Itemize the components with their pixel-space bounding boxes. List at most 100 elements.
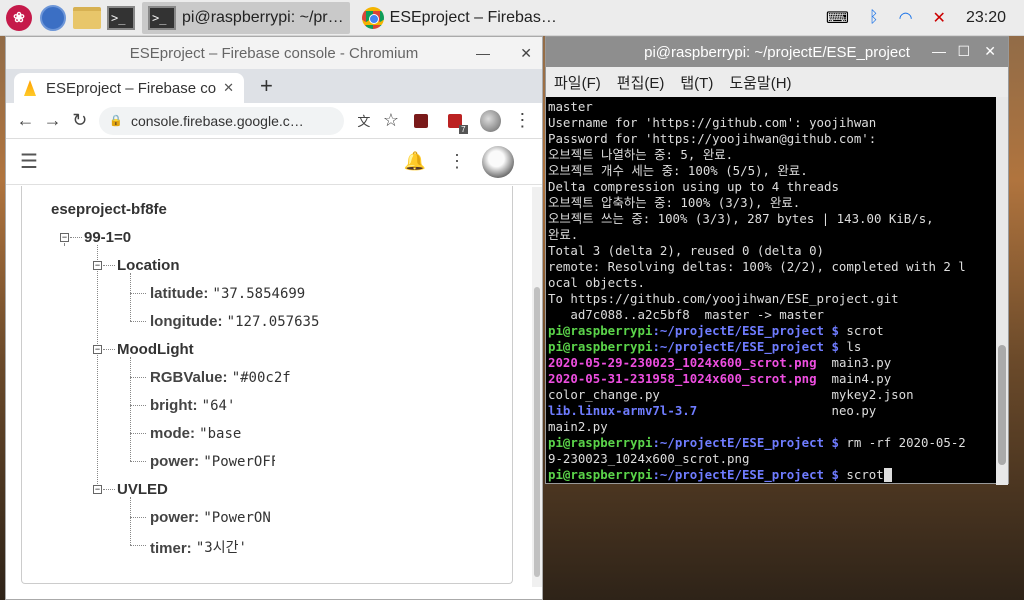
terminal-cursor — [883, 468, 892, 482]
terminal-line: pi@raspberrypi:~/projectE/ESE_project $ … — [548, 323, 884, 338]
terminal-line: master — [548, 99, 593, 114]
terminal-output[interactable]: master Username for 'https://github.com':… — [546, 97, 998, 485]
address-bar[interactable]: 🔒 console.firebase.google.c… — [99, 106, 345, 135]
menu-tabs[interactable]: 탭(T) — [680, 72, 713, 93]
extension-icon[interactable] — [414, 113, 429, 128]
menu-file[interactable]: 파일(F) — [554, 72, 601, 93]
terminal-line: remote: Resolving deltas: 100% (2/2), co… — [548, 259, 966, 274]
db-leaf-rgbvalue[interactable]: RGBValue: "#00c2f — [150, 369, 291, 386]
minimize-icon[interactable]: — — [476, 45, 490, 61]
terminal-line: Password for 'https://yoojihwan@github.c… — [548, 131, 877, 146]
clock[interactable]: 23:20 — [966, 9, 1006, 27]
hamburger-menu-icon[interactable]: ☰ — [20, 149, 38, 174]
collapse-toggle[interactable]: − — [93, 485, 102, 494]
account-avatar[interactable] — [482, 145, 514, 178]
db-node-99-1[interactable]: 99-1=0 — [84, 229, 131, 246]
terminal-window-title: pi@raspberrypi: ~/projectE/ESE_project — [644, 43, 910, 61]
more-options-icon[interactable]: ⋮ — [448, 151, 466, 172]
menu-edit[interactable]: 편집(E) — [617, 72, 665, 93]
firebase-appbar: ☰ 🔔 ⋮ — [6, 139, 542, 185]
terminal-line: Delta compression using up to 4 threads — [548, 179, 839, 194]
terminal-titlebar[interactable]: pi@raspberrypi: ~/projectE/ESE_project —… — [546, 37, 1008, 67]
terminal-menubar: 파일(F) 편집(E) 탭(T) 도움말(H) — [546, 67, 1008, 97]
browser-menu-icon[interactable]: ⋮ — [509, 110, 536, 131]
task-chromium-label: ESEproject – Firebas… — [389, 8, 557, 26]
browser-launcher-button[interactable] — [38, 3, 68, 33]
notifications-bell-icon[interactable]: 🔔 — [404, 151, 426, 172]
terminal-line: 오브젝트 개수 세는 중: 100% (5/5), 완료. — [548, 163, 808, 178]
db-leaf-uv-power[interactable]: power: "PowerON — [150, 509, 271, 526]
terminal-line: pi@raspberrypi:~/projectE/ESE_project $ … — [548, 339, 862, 354]
terminal-line: ocal objects. — [548, 275, 645, 290]
system-tray: ⌨ ᛒ ◠ ✕ 23:20 — [816, 0, 1024, 36]
back-arrow-icon[interactable]: ← — [12, 110, 39, 131]
file-manager-button[interactable] — [72, 3, 102, 33]
raspberry-icon: ❀ — [6, 4, 32, 31]
close-icon[interactable]: ✕ — [984, 43, 996, 60]
scrollbar-thumb[interactable] — [998, 345, 1006, 465]
db-leaf-bright[interactable]: bright: "64' — [150, 397, 235, 414]
menu-help[interactable]: 도움말(H) — [729, 72, 791, 93]
bluetooth-icon[interactable]: ᛒ — [869, 9, 879, 27]
terminal-line: main2.py — [548, 419, 608, 434]
folder-icon — [73, 6, 101, 29]
chromium-window-title: ESEproject – Firebase console - Chromium — [129, 44, 419, 62]
collapse-toggle[interactable]: − — [93, 261, 102, 270]
db-node-uvled[interactable]: UVLED — [117, 481, 168, 498]
tab-close-icon[interactable]: ✕ — [223, 80, 234, 96]
db-leaf-latitude[interactable]: latitude: "37.5854699 — [150, 285, 305, 302]
collapse-toggle[interactable]: − — [93, 345, 102, 354]
tab-firebase[interactable]: ESEproject – Firebase co ✕ — [14, 73, 244, 103]
terminal-scrollbar[interactable] — [996, 97, 1008, 485]
terminal-line: ad7c088..a2c5bf8 master -> master — [548, 307, 825, 322]
page-scrollbar[interactable] — [532, 187, 542, 587]
db-node-moodlight[interactable]: MoodLight — [117, 341, 194, 358]
terminal-line: pi@raspberrypi:~/projectE/ESE_project $ … — [548, 467, 996, 483]
chromium-titlebar[interactable]: ESEproject – Firebase console - Chromium… — [6, 37, 542, 69]
terminal-line: 완료. — [548, 227, 579, 242]
db-leaf-power[interactable]: power: "PowerOFF — [150, 453, 275, 470]
terminal-icon: >_ — [107, 5, 135, 30]
task-chromium[interactable]: ESEproject – Firebas… — [356, 2, 563, 34]
terminal-line: 9-230023_1024x600_scrot.png — [548, 451, 750, 466]
minimize-icon[interactable]: — — [932, 43, 946, 59]
terminal-line: Username for 'https://github.com': yooji… — [548, 115, 877, 130]
task-terminal[interactable]: >_ pi@raspberrypi: ~/pr… — [142, 1, 350, 34]
scrollbar-thumb[interactable] — [534, 287, 540, 577]
collapse-toggle[interactable]: − — [60, 233, 69, 242]
taskbar: ❀ >_ >_ pi@raspberrypi: ~/pr… ESEproject… — [0, 0, 1024, 36]
db-leaf-longitude[interactable]: longitude: "127.0576355 — [150, 313, 319, 330]
terminal-icon: >_ — [148, 5, 176, 30]
db-leaf-mode[interactable]: mode: "base — [150, 425, 241, 442]
keyboard-icon[interactable]: ⌨ — [826, 8, 849, 28]
profile-avatar[interactable] — [479, 109, 501, 132]
browser-toolbar: ← → ↻ 🔒 console.firebase.google.c… 文 ☆ 7… — [6, 103, 542, 139]
lock-icon: 🔒 — [109, 115, 123, 127]
volume-muted-icon[interactable]: ✕ — [933, 8, 946, 28]
new-tab-button[interactable]: + — [260, 73, 273, 99]
terminal-line: 오브젝트 압축하는 중: 100% (3/3), 완료. — [548, 195, 801, 210]
tab-strip: ESEproject – Firebase co ✕ + — [6, 69, 542, 103]
terminal-line: 오브젝트 쓰는 중: 100% (3/3), 287 bytes | 143.0… — [548, 211, 934, 226]
terminal-line: 2020-05-29-230023_1024x600_scrot.png mai… — [548, 355, 892, 370]
terminal-line: Total 3 (delta 2), reused 0 (delta 0) — [548, 243, 825, 258]
close-icon[interactable]: ✕ — [520, 45, 532, 62]
raspberry-menu-button[interactable]: ❀ — [4, 3, 34, 33]
ublock-extension-icon[interactable]: 7 — [448, 113, 468, 134]
globe-icon — [40, 4, 66, 31]
terminal-window: pi@raspberrypi: ~/projectE/ESE_project —… — [545, 36, 1009, 485]
db-node-location[interactable]: Location — [117, 257, 180, 274]
wifi-icon[interactable]: ◠ — [899, 8, 913, 28]
terminal-line: To https://github.com/yoojihwan/ESE_proj… — [548, 291, 899, 306]
reload-icon[interactable]: ↻ — [66, 110, 93, 131]
maximize-icon[interactable]: ☐ — [957, 43, 970, 60]
tab-label: ESEproject – Firebase co — [46, 79, 217, 97]
url-text: console.firebase.google.c… — [130, 112, 304, 129]
translate-icon[interactable]: 文 — [350, 111, 377, 130]
terminal-launcher-button[interactable]: >_ — [106, 3, 136, 33]
db-leaf-timer[interactable]: timer: "3시간' — [150, 537, 247, 557]
terminal-line: 2020-05-31-231958_1024x600_scrot.png mai… — [548, 371, 892, 386]
bookmark-star-icon[interactable]: ☆ — [377, 110, 404, 131]
db-root[interactable]: eseproject-bf8fe — [51, 201, 167, 218]
forward-arrow-icon[interactable]: → — [39, 110, 66, 131]
